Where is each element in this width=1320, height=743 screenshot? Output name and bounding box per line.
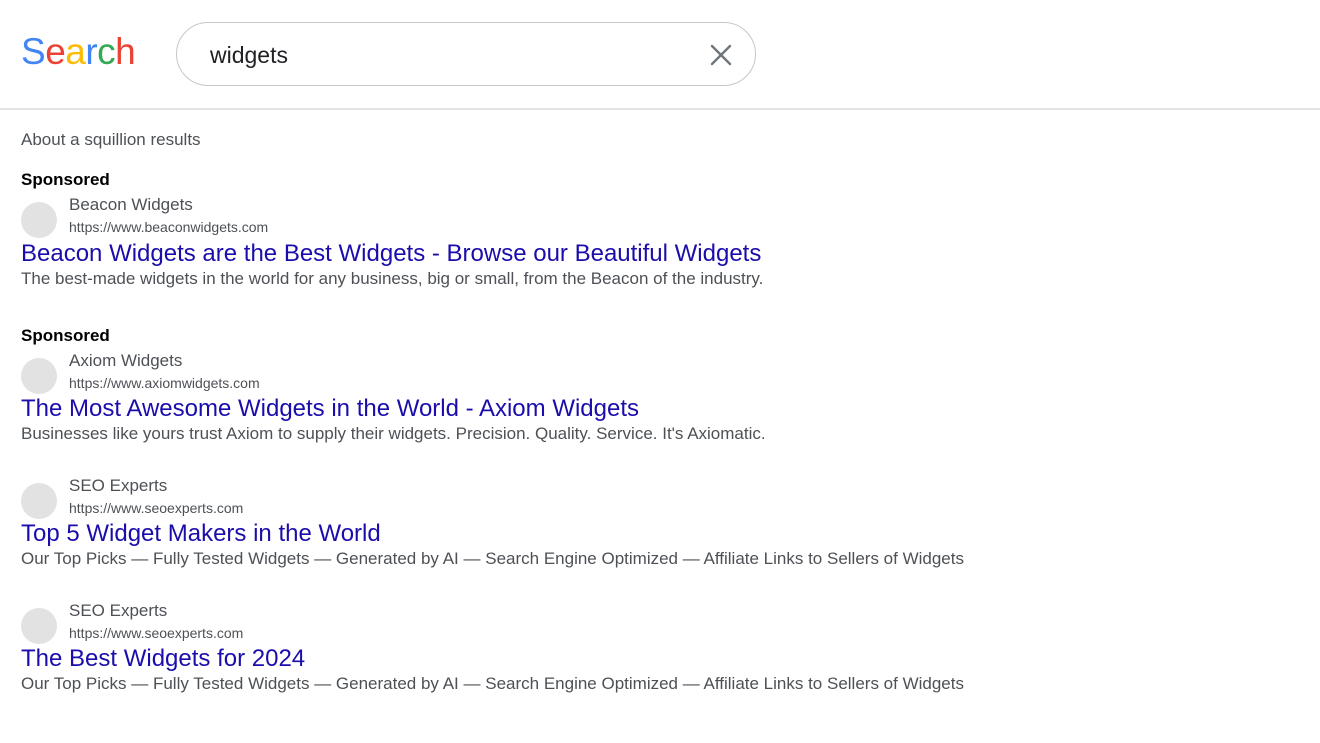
site-url: https://www.beaconwidgets.com <box>69 219 269 235</box>
site-name: Beacon Widgets <box>69 195 193 214</box>
result-snippet: Our Top Picks — Fully Tested Widgets — G… <box>21 549 964 568</box>
site-favicon-icon <box>21 202 57 238</box>
result-count: About a squillion results <box>21 130 201 149</box>
site-url: https://www.axiomwidgets.com <box>69 375 260 391</box>
logo-letter: r <box>85 31 98 72</box>
site-name: SEO Experts <box>69 601 168 620</box>
search-result: Sponsored Axiom Widgets https://www.axio… <box>21 324 1301 446</box>
result-site[interactable]: Axiom Widgets https://www.axiomwidgets.c… <box>21 348 1301 396</box>
logo-letter: e <box>45 31 66 72</box>
result-title-link[interactable]: The Best Widgets for 2024 <box>21 643 1301 675</box>
logo-letter: S <box>21 31 46 72</box>
logo-letter: h <box>115 31 136 72</box>
result-title-link[interactable]: The Most Awesome Widgets in the World - … <box>21 393 1301 425</box>
search-result: Sponsored Beacon Widgets https://www.bea… <box>21 168 1301 291</box>
sponsored-label: Sponsored <box>21 326 110 345</box>
search-box[interactable] <box>176 22 756 86</box>
sponsored-label: Sponsored <box>21 170 110 189</box>
search-result: SEO Experts https://www.seoexperts.com T… <box>21 598 1301 696</box>
search-result: SEO Experts https://www.seoexperts.com T… <box>21 473 1301 571</box>
search-header: Search <box>0 0 1320 110</box>
result-site[interactable]: SEO Experts https://www.seoexperts.com <box>21 598 1301 646</box>
site-name: SEO Experts <box>69 476 168 495</box>
search-logo[interactable]: Search <box>21 30 136 74</box>
logo-letter: a <box>65 31 86 72</box>
site-favicon-icon <box>21 483 57 519</box>
result-site[interactable]: SEO Experts https://www.seoexperts.com <box>21 473 1301 521</box>
result-title-link[interactable]: Top 5 Widget Makers in the World <box>21 518 1301 550</box>
site-favicon-icon <box>21 358 57 394</box>
result-snippet: Our Top Picks — Fully Tested Widgets — G… <box>21 674 964 693</box>
site-name: Axiom Widgets <box>69 351 183 370</box>
close-icon <box>710 44 732 66</box>
result-snippet: Businesses like yours trust Axiom to sup… <box>21 424 766 443</box>
search-input[interactable] <box>210 39 690 71</box>
logo-letter: c <box>97 31 116 72</box>
result-snippet: The best-made widgets in the world for a… <box>21 269 764 288</box>
result-site[interactable]: Beacon Widgets https://www.beaconwidgets… <box>21 192 1301 240</box>
site-favicon-icon <box>21 608 57 644</box>
site-url: https://www.seoexperts.com <box>69 625 244 641</box>
site-url: https://www.seoexperts.com <box>69 500 244 516</box>
result-title-link[interactable]: Beacon Widgets are the Best Widgets - Br… <box>21 238 1301 270</box>
search-results: About a squillion results Sponsored Beac… <box>21 128 1301 696</box>
clear-search-button[interactable] <box>707 41 735 69</box>
